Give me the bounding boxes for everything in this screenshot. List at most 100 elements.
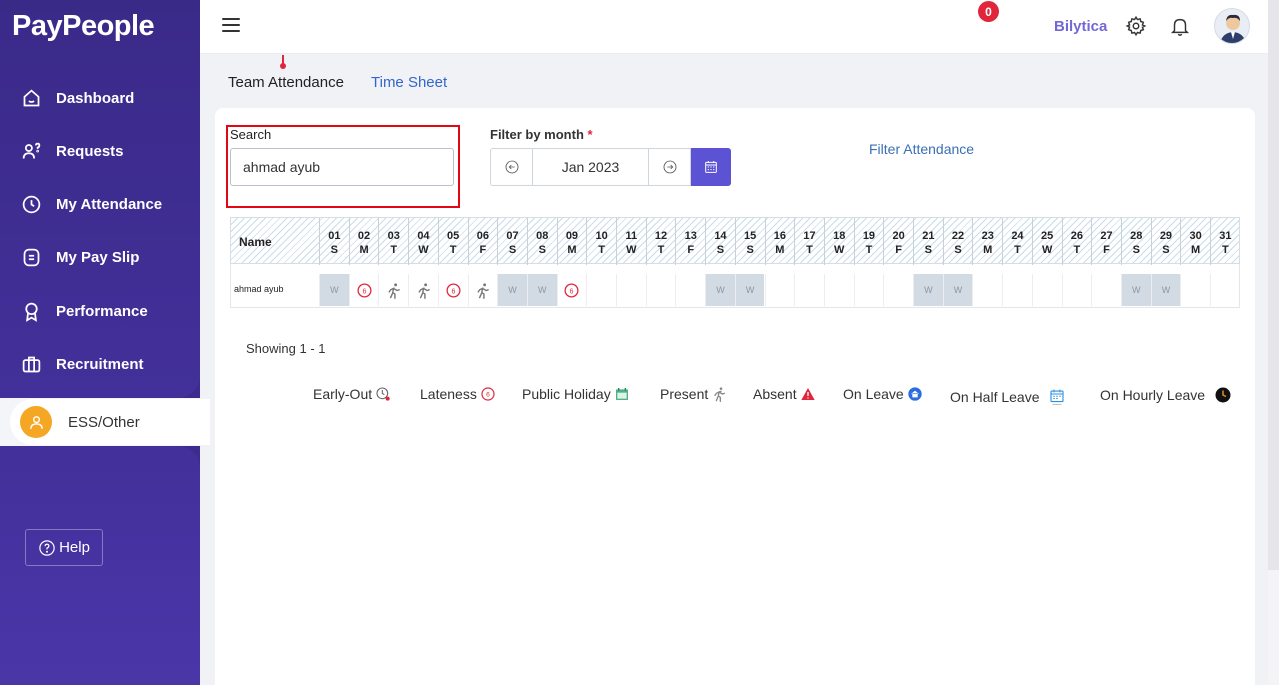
sidebar-item-requests[interactable]: Requests: [20, 138, 124, 164]
day-number: 25: [1041, 230, 1054, 242]
sidebar-item-label: My Pay Slip: [56, 248, 140, 266]
attendance-cell-present[interactable]: [467, 274, 498, 306]
company-name[interactable]: Bilytica: [1054, 18, 1107, 35]
day-number: 29: [1159, 230, 1173, 242]
tab-time-sheet[interactable]: Time Sheet: [371, 74, 447, 91]
day-column-header: 18 W: [823, 218, 854, 265]
attendance-cell-weekend[interactable]: W: [705, 274, 735, 306]
day-column-header: 07 S: [497, 218, 527, 265]
attendance-cell-present[interactable]: [408, 274, 438, 306]
day-number: 07: [506, 230, 519, 242]
attendance-cell-empty[interactable]: [764, 274, 795, 306]
attendance-cell-empty[interactable]: [1180, 274, 1210, 306]
day-number: 24: [1011, 230, 1024, 242]
notification-badge: 0: [978, 1, 999, 22]
legend-label: On Leave: [843, 386, 904, 402]
attendance-cell-weekend[interactable]: W: [497, 274, 527, 306]
app-logo[interactable]: PayPeople: [12, 10, 155, 43]
sidebar-item-dashboard[interactable]: Dashboard: [20, 85, 134, 111]
next-month-button[interactable]: [648, 148, 691, 186]
sidebar-item-label: Performance: [56, 302, 148, 320]
attendance-cell-weekend[interactable]: W: [1120, 274, 1151, 306]
day-weekday: T: [390, 244, 398, 256]
attendance-cell-lateness[interactable]: 6: [437, 274, 468, 306]
sidebar-item-my-attendance[interactable]: My Attendance: [20, 191, 162, 217]
legend-early-out: Early-Out: [313, 386, 391, 402]
day-column-header: 23 M: [972, 218, 1002, 265]
attendance-cell-weekend[interactable]: W: [526, 274, 557, 306]
sidebar-item-label: My Attendance: [56, 195, 163, 213]
attendance-cell-lateness[interactable]: 6: [556, 274, 587, 306]
attendance-cell-empty[interactable]: [823, 274, 854, 306]
attendance-cell-empty[interactable]: [586, 274, 616, 306]
day-number: 14: [714, 230, 727, 242]
legend-label: Present: [660, 386, 709, 402]
month-value[interactable]: Jan 2023: [533, 148, 648, 186]
legend-present: Present: [660, 386, 727, 402]
half-leave-icon: [1049, 389, 1064, 405]
attendance-cell-weekend[interactable]: W: [319, 274, 349, 306]
employee-name[interactable]: ahmad ayub: [234, 284, 284, 294]
day-number: 27: [1100, 230, 1113, 242]
attendance-cell-lateness[interactable]: 6: [348, 274, 379, 306]
search-input[interactable]: [230, 148, 454, 186]
payslip-icon: [20, 246, 42, 268]
sidebar-item-recruitment[interactable]: Recruitment: [20, 351, 144, 377]
attendance-cell-weekend[interactable]: W: [734, 274, 765, 306]
day-column-header: 06 F: [467, 218, 498, 265]
attendance-cell-empty[interactable]: [1210, 274, 1240, 306]
lateness-icon: 6: [564, 282, 579, 298]
attendance-cell-weekend[interactable]: W: [1150, 274, 1181, 306]
day-weekday: S: [538, 244, 546, 256]
day-column-header: 03 T: [378, 218, 408, 265]
attendance-cell-present[interactable]: [378, 274, 408, 306]
day-column-header: 21 S: [913, 218, 943, 265]
menu-toggle-icon[interactable]: [222, 18, 240, 32]
day-weekday: F: [895, 244, 902, 256]
day-number: 11: [625, 230, 638, 242]
avatar[interactable]: [1214, 8, 1250, 44]
help-button[interactable]: Help: [25, 529, 103, 566]
day-weekday: T: [865, 244, 873, 256]
attendance-cell-empty[interactable]: [883, 274, 913, 306]
attendance-cell-empty[interactable]: [1091, 274, 1121, 306]
attendance-cell-empty[interactable]: [616, 274, 646, 306]
calendar-button[interactable]: [691, 148, 731, 186]
table-row[interactable]: ahmad ayub W66WW6WWWWWW: [230, 264, 1240, 308]
attendance-cell-empty[interactable]: [972, 274, 1002, 306]
filter-attendance-link[interactable]: Filter Attendance: [869, 141, 974, 157]
sidebar-item-label: Dashboard: [56, 89, 135, 107]
attendance-cell-weekend[interactable]: W: [913, 274, 943, 306]
day-number: 22: [951, 230, 965, 242]
day-number: 21: [922, 230, 935, 242]
day-column-header: 26 T: [1061, 218, 1092, 265]
day-column-header: 24 T: [1002, 218, 1032, 265]
gear-icon[interactable]: [1125, 15, 1147, 37]
legend-on-leave: On Leave: [843, 386, 923, 402]
arrow-left-icon: [505, 160, 518, 174]
attendance-cell-empty[interactable]: [1002, 274, 1032, 306]
help-label: Help: [59, 539, 90, 556]
present-icon: [714, 387, 726, 402]
attendance-cell-empty[interactable]: [853, 274, 884, 306]
attendance-cell-empty[interactable]: [1031, 274, 1062, 306]
lateness-icon: 6: [481, 387, 495, 401]
scrollbar-track[interactable]: [1268, 0, 1279, 570]
day-weekday: S: [924, 244, 933, 256]
month-picker: Jan 2023: [490, 148, 731, 186]
day-column-header: 10 T: [586, 218, 616, 265]
attendance-cell-weekend[interactable]: W: [942, 274, 973, 306]
sidebar-item-ess-other[interactable]: ESS/Other: [10, 399, 210, 445]
attendance-cell-empty[interactable]: [794, 274, 824, 306]
attendance-cell-empty[interactable]: [675, 274, 705, 306]
attendance-cell-empty[interactable]: [1061, 274, 1092, 306]
sidebar-item-my-pay-slip[interactable]: My Pay Slip: [20, 244, 139, 270]
sidebar-item-performance[interactable]: Performance: [20, 298, 148, 324]
attendance-cell-empty[interactable]: [645, 274, 676, 306]
bell-icon[interactable]: [1169, 15, 1191, 37]
day-column-header: 04 W: [408, 218, 438, 265]
prev-month-button[interactable]: [490, 148, 533, 186]
day-number: 08: [536, 230, 549, 242]
legend-half-leave: On Half Leave: [950, 386, 1066, 408]
tab-team-attendance[interactable]: Team Attendance: [228, 74, 344, 91]
